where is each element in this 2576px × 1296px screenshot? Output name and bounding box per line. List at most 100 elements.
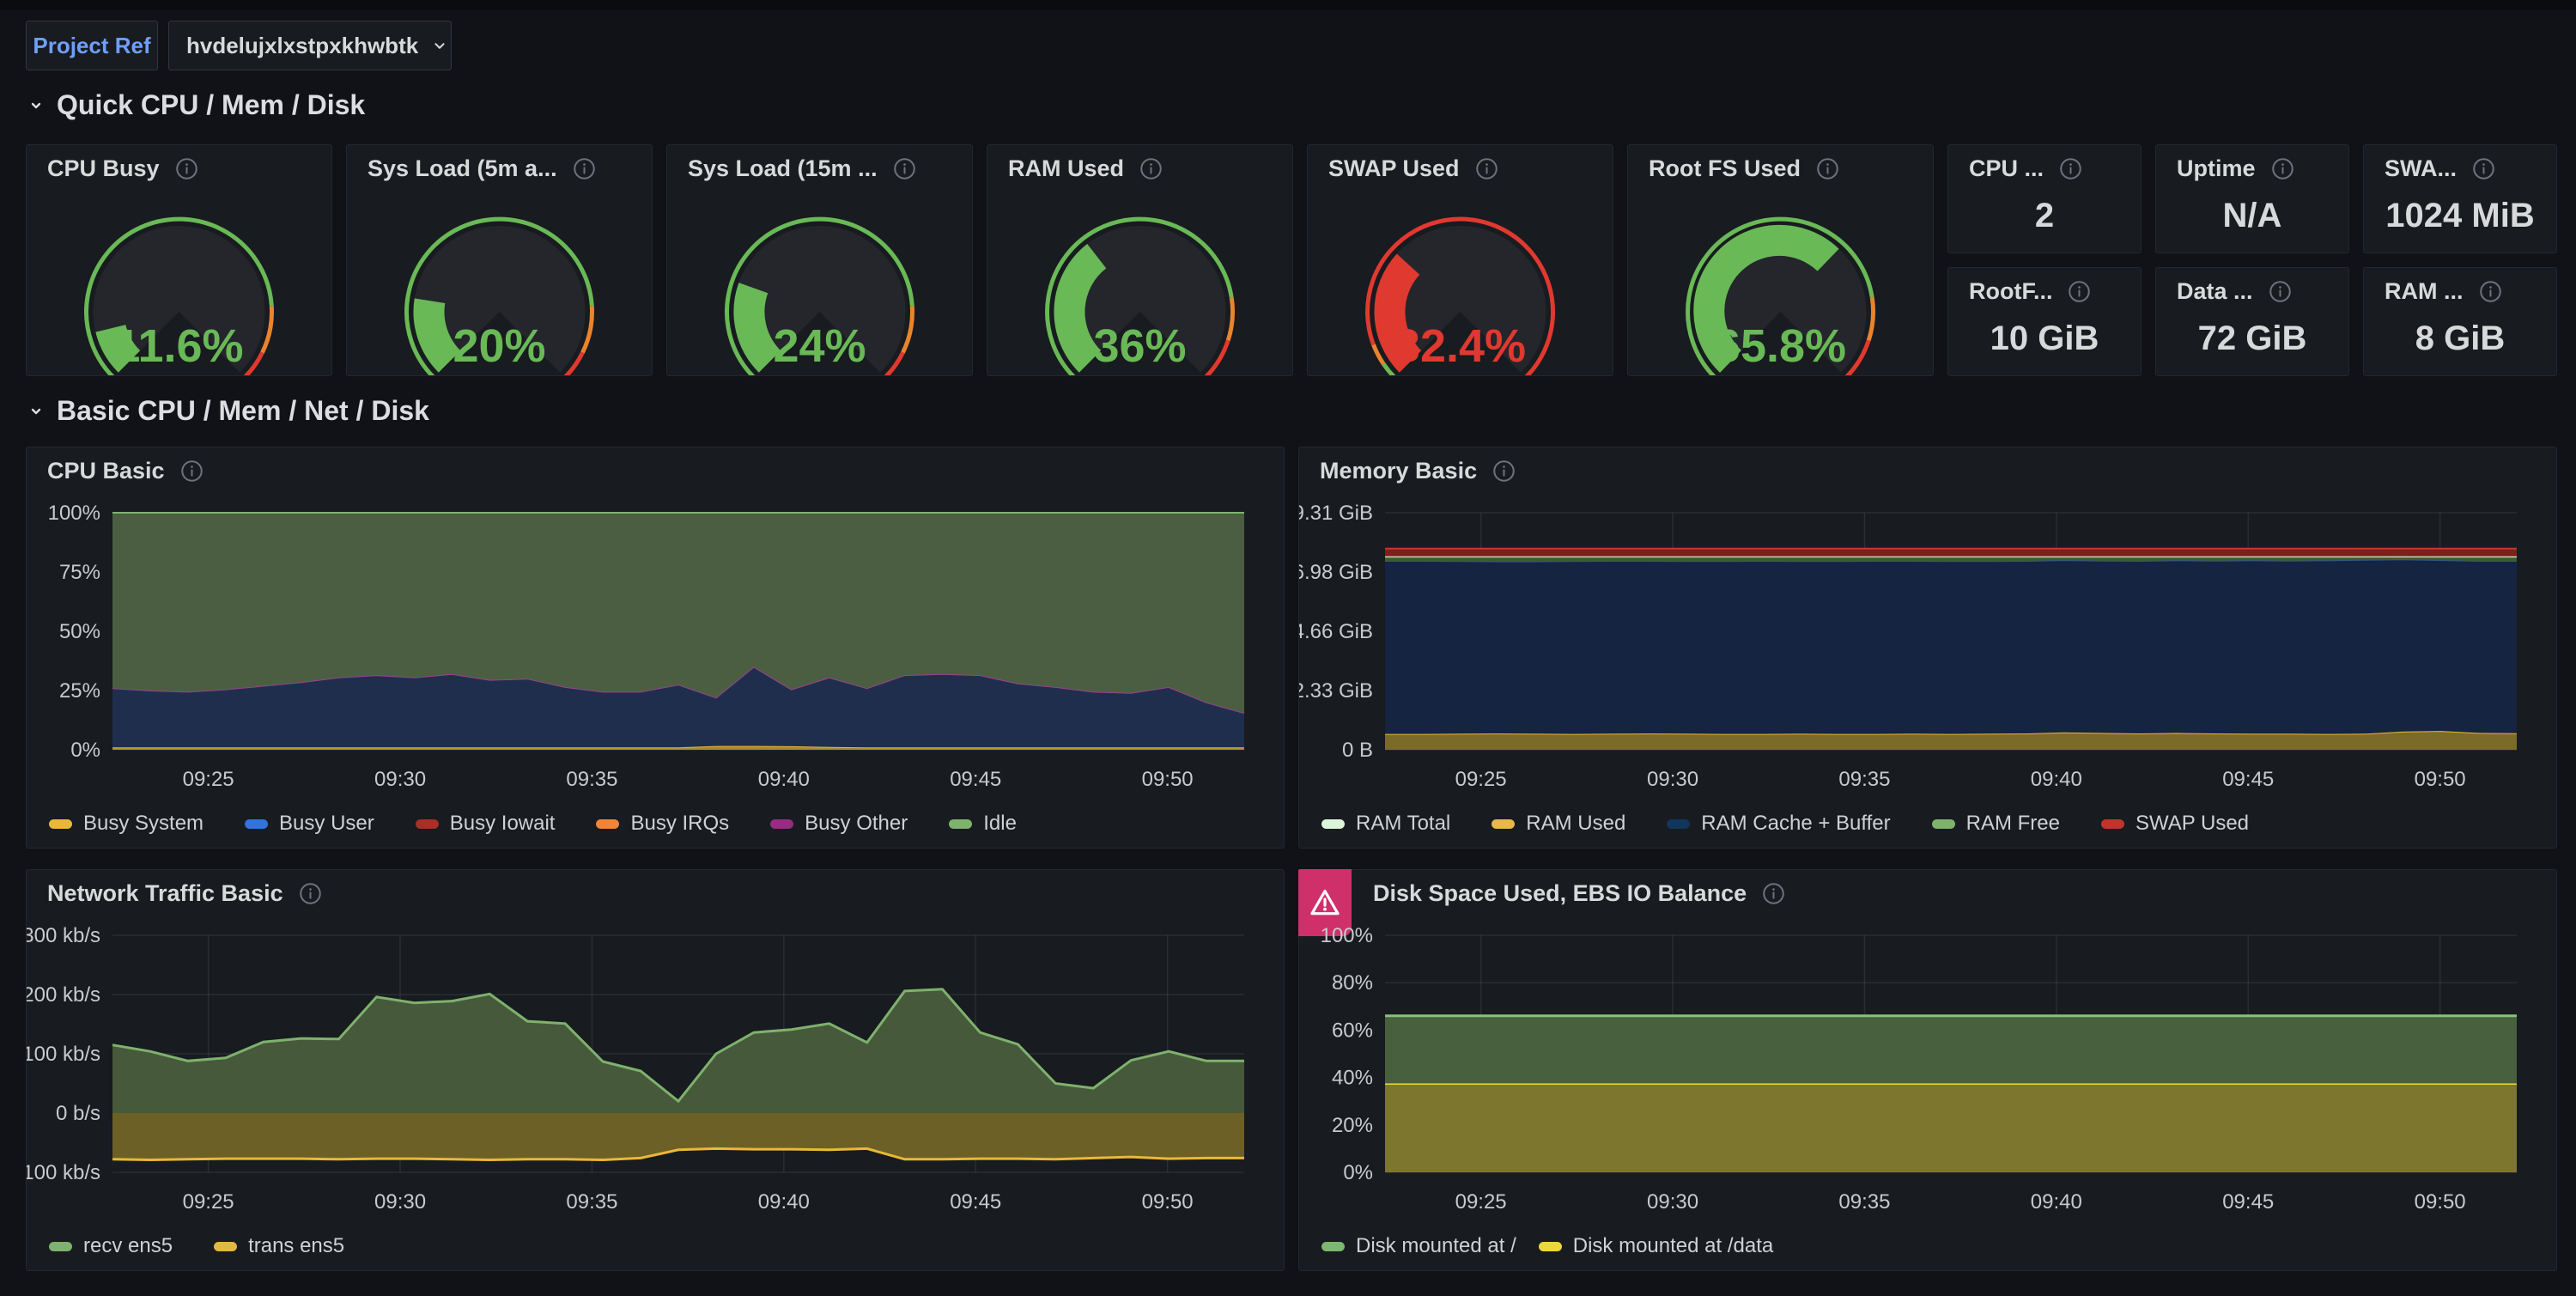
svg-text:09:30: 09:30 (1647, 1190, 1698, 1214)
svg-text:100%: 100% (48, 502, 100, 525)
legend-label: RAM Total (1356, 812, 1450, 836)
legend-swatch-icon (949, 819, 972, 829)
stat-panel-5: RAM ... 8 GiB (2363, 267, 2557, 376)
legend-swatch-icon (49, 819, 72, 829)
panel-header[interactable]: SWAP Used (1308, 145, 1613, 192)
svg-text:09:30: 09:30 (374, 768, 426, 791)
section-header-basic[interactable]: Basic CPU / Mem / Net / Disk (26, 395, 429, 427)
memory-basic-chart: 0 B2.33 GiB4.66 GiB6.98 GiB9.31 GiB09:25… (1299, 501, 2558, 803)
panel-header[interactable]: CPU ... (1948, 145, 2141, 192)
panel-header[interactable]: RAM ... (2364, 268, 2556, 314)
panel-title: Sys Load (5m a... (368, 155, 557, 182)
legend-item[interactable]: RAM Cache + Buffer (1667, 812, 1890, 836)
legend-item[interactable]: Disk mounted at /data (1539, 1234, 1773, 1258)
chevron-down-icon (26, 95, 46, 116)
panel-header[interactable]: Data ... (2156, 268, 2348, 314)
panel-header[interactable]: Network Traffic Basic (27, 870, 1284, 916)
legend-item[interactable]: RAM Used (1492, 812, 1625, 836)
legend-item[interactable]: Busy System (49, 812, 204, 836)
stat-panel-3: RootF... 10 GiB (1947, 267, 2142, 376)
info-icon[interactable] (1762, 882, 1785, 905)
info-icon[interactable] (2059, 157, 2082, 180)
info-icon[interactable] (1816, 157, 1839, 180)
legend-item[interactable]: SWAP Used (2101, 812, 2249, 836)
legend-item[interactable]: Busy Iowait (416, 812, 556, 836)
legend-label: Busy Iowait (450, 812, 556, 836)
svg-text:0%: 0% (70, 739, 100, 762)
svg-text:36%: 36% (1093, 320, 1186, 372)
legend-swatch-icon (214, 1242, 237, 1251)
info-icon[interactable] (2271, 157, 2294, 180)
panel-title: Disk Space Used, EBS IO Balance (1373, 880, 1747, 907)
legend-item[interactable]: RAM Total (1321, 812, 1450, 836)
section-header-quick[interactable]: Quick CPU / Mem / Disk (26, 89, 365, 121)
panel-header[interactable]: Sys Load (15m ... (667, 145, 972, 192)
top-strip (0, 0, 2576, 10)
legend-label: RAM Free (1966, 812, 2060, 836)
info-icon[interactable] (573, 157, 596, 180)
svg-text:20%: 20% (1332, 1114, 1373, 1137)
gauge-panel-2: Sys Load (15m ... 24% (666, 144, 973, 376)
svg-text:11.6%: 11.6% (114, 320, 243, 372)
panel-header[interactable]: Root FS Used (1628, 145, 1933, 192)
legend-item[interactable]: Disk mounted at / (1321, 1234, 1516, 1258)
info-icon[interactable] (180, 459, 204, 483)
svg-text:09:35: 09:35 (566, 1190, 617, 1214)
svg-text:300 kb/s: 300 kb/s (27, 924, 100, 947)
panel-header[interactable]: Disk Space Used, EBS IO Balance (1299, 870, 2556, 916)
legend-item[interactable]: recv ens5 (49, 1234, 173, 1258)
info-icon[interactable] (1475, 157, 1498, 180)
legend-item[interactable]: trans ens5 (214, 1234, 344, 1258)
svg-text:9.31 GiB: 9.31 GiB (1299, 502, 1373, 525)
project-ref-button[interactable]: Project Ref (26, 21, 158, 70)
panel-network-basic: Network Traffic Basic -100 kb/s0 b/s100 … (26, 869, 1285, 1271)
info-icon[interactable] (1139, 157, 1163, 180)
panel-header[interactable]: Uptime (2156, 145, 2348, 192)
info-icon[interactable] (2269, 280, 2292, 303)
svg-text:09:45: 09:45 (950, 768, 1001, 791)
legend-swatch-icon (245, 819, 268, 829)
info-icon[interactable] (2068, 280, 2091, 303)
panel-header[interactable]: CPU Basic (27, 447, 1284, 494)
svg-text:09:25: 09:25 (1455, 768, 1507, 791)
info-icon[interactable] (893, 157, 916, 180)
project-selector-dropdown[interactable]: hvdelujxlxstpxkhwbtk (168, 21, 452, 70)
svg-text:09:30: 09:30 (374, 1190, 426, 1214)
panel-header[interactable]: RootF... (1948, 268, 2141, 314)
panel-title: SWA... (2385, 155, 2457, 182)
svg-text:09:50: 09:50 (2415, 1190, 2466, 1214)
svg-text:60%: 60% (1332, 1019, 1373, 1042)
dashboard: Project Ref hvdelujxlxstpxkhwbtk Quick C… (0, 0, 2576, 1296)
panel-header[interactable]: Sys Load (5m a... (347, 145, 652, 192)
info-icon[interactable] (175, 157, 198, 180)
legend-label: RAM Cache + Buffer (1701, 812, 1890, 836)
gauge: 65.8% (1628, 192, 1933, 375)
legend-item[interactable]: Idle (949, 812, 1017, 836)
svg-text:0%: 0% (1343, 1161, 1373, 1184)
stat-value: N/A (2156, 192, 2348, 240)
info-icon[interactable] (299, 882, 322, 905)
panel-title: CPU ... (1969, 155, 2044, 182)
info-icon[interactable] (1492, 459, 1516, 483)
svg-text:09:35: 09:35 (1838, 768, 1890, 791)
legend-item[interactable]: Busy User (245, 812, 374, 836)
legend-label: Disk mounted at / (1356, 1234, 1516, 1258)
svg-text:50%: 50% (59, 620, 100, 643)
disk-space-chart: 0%20%40%60%80%100%09:2509:3009:3509:4009… (1299, 923, 2558, 1226)
gauge: 36% (987, 192, 1292, 375)
svg-text:75%: 75% (59, 561, 100, 584)
project-selector-value: hvdelujxlxstpxkhwbtk (186, 33, 418, 59)
legend-label: recv ens5 (83, 1234, 173, 1258)
panel-title: Root FS Used (1649, 155, 1801, 182)
info-icon[interactable] (2472, 157, 2495, 180)
stat-panel-2: SWA... 1024 MiB (2363, 144, 2557, 253)
info-icon[interactable] (2479, 280, 2502, 303)
panel-header[interactable]: RAM Used (987, 145, 1292, 192)
panel-title: Memory Basic (1320, 458, 1477, 484)
legend-item[interactable]: Busy Other (770, 812, 908, 836)
legend-item[interactable]: Busy IRQs (596, 812, 729, 836)
panel-header[interactable]: Memory Basic (1299, 447, 2556, 494)
legend-item[interactable]: RAM Free (1932, 812, 2060, 836)
panel-header[interactable]: SWA... (2364, 145, 2556, 192)
panel-header[interactable]: CPU Busy (27, 145, 331, 192)
